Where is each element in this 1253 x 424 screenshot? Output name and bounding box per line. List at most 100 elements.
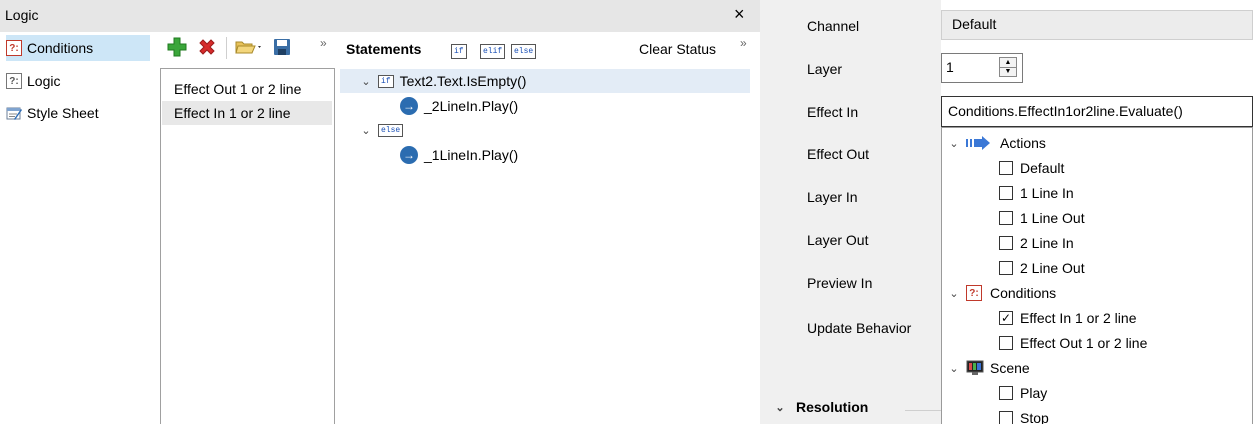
nav-item-conditions[interactable]: ?: Conditions	[6, 35, 150, 61]
statements-overflow-icon[interactable]: »	[740, 36, 747, 50]
option-1-line-in[interactable]: 1 Line In	[999, 181, 1074, 205]
add-condition-button[interactable]	[165, 34, 189, 60]
add-if-button[interactable]: if	[451, 44, 467, 59]
if-expression: Text2.Text.IsEmpty()	[399, 73, 527, 89]
option-label: Effect Out 1 or 2 line	[1020, 335, 1148, 351]
open-dropdown-button[interactable]	[232, 34, 266, 60]
preview-in-label: Preview In	[807, 275, 873, 291]
nav-item-label: Style Sheet	[27, 105, 99, 121]
chevron-down-icon[interactable]: ⌄	[774, 401, 786, 414]
option-1-line-out[interactable]: 1 Line Out	[999, 206, 1085, 230]
tree-row-if[interactable]: ⌄ if Text2.Text.IsEmpty()	[340, 69, 750, 93]
folder-open-icon	[235, 41, 261, 54]
effect-out-label: Effect Out	[807, 146, 869, 162]
tree-row-else[interactable]: ⌄ else	[360, 118, 409, 142]
chevron-down-icon[interactable]: ⌄	[948, 362, 960, 375]
option-effect-in-1-or-2-line[interactable]: ✓ Effect In 1 or 2 line	[999, 306, 1136, 330]
nav-item-style-sheet[interactable]: Style Sheet	[6, 100, 150, 126]
group-label: Actions	[1000, 135, 1046, 151]
nav-item-label: Conditions	[27, 40, 94, 56]
effect-in-label: Effect In	[807, 104, 859, 120]
toolbar-overflow-icon[interactable]: »	[320, 36, 327, 50]
conditions-icon: ?:	[966, 285, 982, 301]
effect-in-input[interactable]: Conditions.EffectIn1or2line.Evaluate()	[941, 96, 1253, 127]
option-label: Play	[1020, 385, 1048, 401]
if-keyword-icon: if	[378, 74, 394, 88]
logic-title-bar: Logic ×	[0, 0, 760, 32]
chevron-down-icon[interactable]: ⌄	[360, 75, 372, 88]
option-label: 2 Line In	[1020, 235, 1074, 251]
panel-title: Logic	[5, 7, 39, 23]
option-label: Effect In 1 or 2 line	[1020, 310, 1137, 326]
toolbar-separator	[226, 37, 227, 59]
option-2-line-in[interactable]: 2 Line In	[999, 231, 1074, 255]
checkbox[interactable]	[999, 236, 1013, 250]
tree-row-action[interactable]: → _2LineIn.Play()	[400, 94, 518, 118]
group-label: Conditions	[990, 285, 1057, 301]
divider	[905, 410, 941, 411]
add-else-button[interactable]: else	[511, 44, 537, 59]
layer-label: Layer	[807, 61, 843, 77]
resolution-section-header[interactable]: ⌄ Resolution	[774, 399, 868, 415]
tree-row-action[interactable]: → _1LineIn.Play()	[400, 143, 518, 167]
list-item[interactable]: Effect Out 1 or 2 line	[162, 77, 332, 101]
option-label: 1 Line Out	[1020, 210, 1085, 226]
nav-item-logic[interactable]: ?: Logic	[6, 68, 150, 94]
option-label: 2 Line Out	[1020, 260, 1085, 276]
checkbox[interactable]	[999, 336, 1013, 350]
group-actions[interactable]: ⌄ Actions	[948, 131, 1046, 155]
close-button[interactable]: ×	[734, 4, 745, 24]
option-stop[interactable]: Stop	[999, 406, 1049, 424]
logic-icon: ?:	[6, 73, 22, 89]
layer-spinner[interactable]: ▲ ▼	[999, 57, 1017, 77]
checkbox[interactable]	[999, 186, 1013, 200]
checkbox[interactable]	[999, 211, 1013, 225]
checkbox[interactable]	[999, 161, 1013, 175]
section-label: Resolution	[796, 399, 869, 415]
play-action-icon: →	[400, 97, 418, 115]
checkbox[interactable]	[999, 386, 1013, 400]
actions-arrow-icon	[966, 136, 990, 150]
logic-panel: Logic × ?: Conditions ?: Logic Style She…	[0, 0, 760, 424]
group-scene[interactable]: ⌄ Scene	[948, 356, 1029, 380]
option-play[interactable]: Play	[999, 381, 1047, 405]
chevron-down-icon[interactable]: ⌄	[948, 287, 960, 300]
style-sheet-icon	[6, 105, 22, 121]
add-elif-button[interactable]: elif	[480, 44, 506, 59]
option-2-line-out[interactable]: 2 Line Out	[999, 256, 1085, 280]
plus-icon	[167, 37, 187, 57]
checkbox[interactable]	[999, 411, 1013, 424]
channel-field[interactable]: Default	[941, 10, 1253, 40]
delete-condition-button[interactable]	[195, 34, 219, 60]
statements-tree: ⌄ if Text2.Text.IsEmpty() → _2LineIn.Pla…	[340, 68, 750, 424]
channel-label: Channel	[807, 18, 860, 34]
delete-x-icon	[199, 39, 215, 55]
checkbox[interactable]	[999, 261, 1013, 275]
option-label: Stop	[1020, 410, 1049, 424]
checkbox-checked[interactable]: ✓	[999, 311, 1013, 325]
play-action-icon: →	[400, 146, 418, 164]
chevron-down-icon[interactable]: ⌄	[948, 137, 960, 150]
property-labels-column	[760, 0, 941, 424]
option-effect-out-1-or-2-line[interactable]: Effect Out 1 or 2 line	[999, 331, 1147, 355]
list-item[interactable]: Effect In 1 or 2 line	[162, 101, 332, 125]
option-label: Default	[1020, 160, 1065, 176]
layer-in-label: Layer In	[807, 189, 858, 205]
option-label: 1 Line In	[1020, 185, 1074, 201]
conditions-list: Effect Out 1 or 2 line Effect In 1 or 2 …	[160, 68, 335, 424]
update-behavior-label: Update Behavior	[807, 320, 912, 336]
group-conditions[interactable]: ⌄ ?: Conditions	[948, 281, 1056, 305]
effect-in-dropdown: ⌄ Actions Default 1 Line In 1 Line Out 2…	[941, 127, 1253, 424]
spinner-down-icon[interactable]: ▼	[1000, 66, 1016, 77]
conditions-toolbar: »	[160, 34, 338, 62]
save-button[interactable]	[270, 34, 294, 60]
layer-out-label: Layer Out	[807, 232, 869, 248]
clear-status-button[interactable]: Clear Status	[639, 41, 716, 57]
save-disk-icon	[274, 39, 290, 55]
nav-item-label: Logic	[27, 73, 61, 89]
logic-nav: ?: Conditions ?: Logic Style Sheet	[0, 33, 156, 424]
spinner-up-icon[interactable]: ▲	[1000, 58, 1016, 67]
chevron-down-icon[interactable]: ⌄	[360, 124, 372, 137]
statements-area: Statements if elif else Clear Status » ⌄…	[340, 34, 760, 424]
option-default[interactable]: Default	[999, 156, 1064, 180]
